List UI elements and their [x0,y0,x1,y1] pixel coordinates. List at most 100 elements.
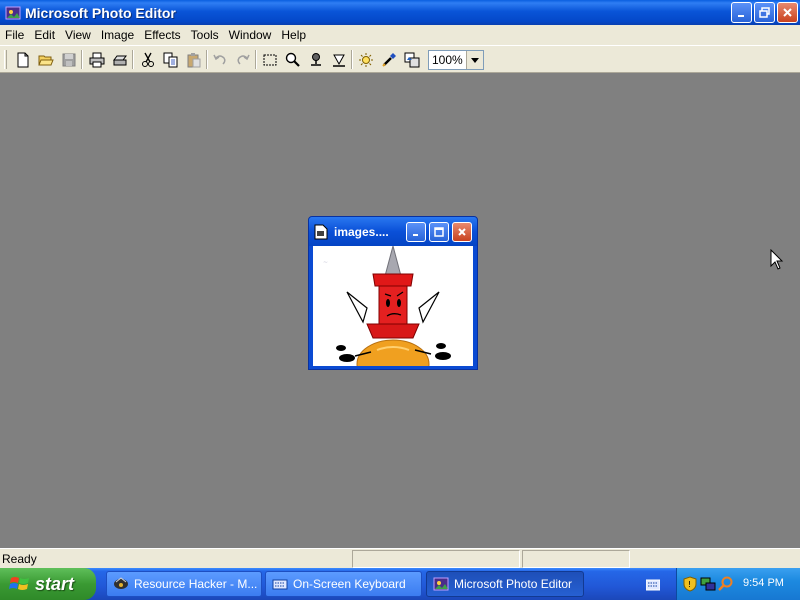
document-close-button[interactable] [452,222,472,242]
taskbar: start Resource Hacker - M... On-Screen K… [0,568,800,600]
select-icon [263,54,276,65]
menu-tools[interactable]: Tools [186,25,224,45]
undo-icon [212,54,226,65]
cut-button[interactable] [137,49,158,70]
redo-icon [236,54,250,65]
security-shield-icon[interactable]: ! [683,576,697,592]
paste-icon [187,52,200,67]
image-properties-icon [404,52,419,67]
smudge-button[interactable] [305,49,326,70]
minimize-button[interactable] [731,2,752,23]
pushpin-character-image: ~ [313,246,473,366]
status-pane [522,550,630,568]
taskbar-item-label: Resource Hacker - M... [134,577,258,591]
photo-editor-app-icon [5,6,21,19]
start-label: start [35,573,75,594]
close-icon [783,8,792,17]
toolbar: 100% [0,45,800,73]
start-button[interactable]: start [0,568,96,600]
menu-view[interactable]: View [60,25,96,45]
taskbar-item-on-screen-keyboard[interactable]: On-Screen Keyboard [265,571,422,597]
copy-button[interactable] [160,49,181,70]
minimize-icon [413,234,418,236]
menu-image[interactable]: Image [96,25,139,45]
toolbar-grip[interactable] [4,50,7,69]
zoom-level-value: 100% [432,53,463,67]
menu-file[interactable]: File [0,25,29,45]
status-text: Ready [2,552,37,566]
menu-help[interactable]: Help [276,25,311,45]
svg-text:~: ~ [323,259,328,266]
save-icon [62,53,75,66]
balance-button[interactable] [355,49,376,70]
chevron-down-icon [471,57,479,63]
close-icon [458,228,466,236]
keyboard-icon [272,579,288,590]
mouse-cursor-icon [770,249,784,270]
taskbar-item-label: Microsoft Photo Editor [454,577,573,591]
eyedropper-button[interactable] [378,49,399,70]
language-bar-icon[interactable] [646,579,660,591]
document-title: images.... [334,225,389,239]
menu-window[interactable]: Window [224,25,277,45]
network-icon[interactable] [700,576,716,592]
menu-edit[interactable]: Edit [29,25,60,45]
undo-button[interactable] [209,49,230,70]
close-button[interactable] [777,2,798,23]
document-title-bar[interactable]: images.... [309,217,477,246]
cut-icon [141,52,154,67]
svg-text:!: ! [688,580,691,589]
save-button[interactable] [58,49,79,70]
document-icon [314,224,328,240]
scan-icon [112,55,127,65]
status-bar: Ready [0,548,800,568]
maximize-icon [434,227,444,237]
eyedropper-icon [381,52,396,67]
menu-effects[interactable]: Effects [139,25,185,45]
toolbar-separator [351,50,353,69]
scan-button[interactable] [109,49,130,70]
toolbar-separator [132,50,134,69]
resource-hacker-icon [114,577,128,589]
smudge-icon [310,52,321,66]
open-icon [37,55,54,65]
toolbar-separator [81,50,83,69]
status-pane [352,550,520,568]
redo-button[interactable] [232,49,253,70]
toolbar-separator [206,50,208,69]
menu-bar: File Edit View Image Effects Tools Windo… [0,25,800,45]
zoom-dropdown-button[interactable] [466,51,483,69]
paste-button[interactable] [183,49,204,70]
restore-button[interactable] [754,2,775,23]
new-button[interactable] [12,49,33,70]
image-canvas[interactable]: ~ [313,246,473,366]
print-icon [89,52,104,67]
zoom-level-select[interactable]: 100% [428,50,484,70]
photo-editor-app-icon [433,577,449,591]
document-window[interactable]: images.... ~ [308,216,478,370]
image-properties-button[interactable] [401,49,422,70]
zoom-icon [285,52,300,67]
copy-icon [163,52,177,67]
sharpen-button[interactable] [328,49,349,70]
document-maximize-button[interactable] [429,222,449,242]
document-minimize-button[interactable] [406,222,426,242]
taskbar-item-photo-editor[interactable]: Microsoft Photo Editor [426,571,584,597]
taskbar-item-resource-hacker[interactable]: Resource Hacker - M... [106,571,262,597]
windows-logo-icon [9,577,29,590]
zoom-button[interactable] [282,49,303,70]
clock: 9:54 PM [743,577,784,589]
open-button[interactable] [35,49,56,70]
system-tray: ! 9:54 PM [676,568,800,600]
title-bar[interactable]: Microsoft Photo Editor [0,0,800,25]
restore-icon [759,7,770,18]
balance-icon [358,52,373,67]
print-button[interactable] [86,49,107,70]
toolbar-separator [255,50,257,69]
sharpen-icon [332,54,345,67]
search-icon[interactable] [718,576,734,592]
taskbar-item-label: On-Screen Keyboard [293,577,406,591]
new-icon [17,52,28,67]
minimize-icon [738,15,744,17]
select-button[interactable] [259,49,280,70]
